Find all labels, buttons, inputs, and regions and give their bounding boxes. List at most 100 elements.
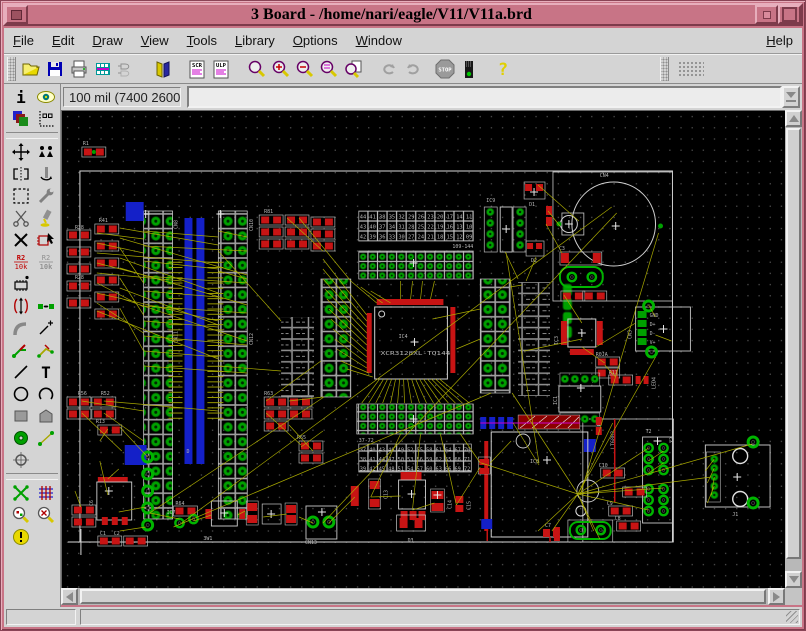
- menu-tools[interactable]: Tools: [178, 30, 226, 51]
- eye-icon: [36, 87, 56, 107]
- pin-grid-mini-right[interactable]: [518, 282, 550, 396]
- tool-copy-button[interactable]: [33, 141, 58, 163]
- maximize-button[interactable]: [778, 5, 801, 24]
- tool-split-button[interactable]: [33, 317, 58, 339]
- tool-delete-button[interactable]: [8, 229, 33, 251]
- menu-library[interactable]: Library: [226, 30, 284, 51]
- tool-auto-button[interactable]: [33, 482, 58, 504]
- arrow-right-icon: [773, 592, 780, 602]
- status-bar: [4, 607, 802, 627]
- svg-text:R2: R2: [41, 254, 49, 262]
- scroll-right-button[interactable]: [768, 588, 785, 605]
- vertical-scrollbar[interactable]: [785, 110, 802, 588]
- horizontal-scroll-thumb[interactable]: [80, 589, 766, 604]
- tool-ripup-button[interactable]: [33, 339, 58, 361]
- tool-value-button[interactable]: R210k: [33, 251, 58, 273]
- menu-view[interactable]: View: [132, 30, 178, 51]
- tool-hole-button[interactable]: [8, 449, 33, 471]
- tool-show-button[interactable]: [33, 86, 58, 108]
- tool-grid-button[interactable]: [33, 108, 58, 130]
- tool-wire-button[interactable]: [8, 361, 33, 383]
- tool-mirror-button[interactable]: [8, 163, 33, 185]
- title-bar[interactable]: 3 Board - /home/nari/eagle/V11/V11a.brd: [3, 3, 803, 26]
- menu-edit[interactable]: Edit: [43, 30, 83, 51]
- menu-draw[interactable]: Draw: [83, 30, 131, 51]
- horizontal-scrollbar[interactable]: [61, 588, 785, 605]
- svg-text:10k: 10k: [14, 263, 27, 271]
- tool-signal-button[interactable]: [33, 427, 58, 449]
- menu-file[interactable]: File: [4, 30, 43, 51]
- toolbar-dock-handle[interactable]: [678, 61, 704, 78]
- svg-text:CN4: CN4: [600, 173, 609, 179]
- scroll-up-button[interactable]: [785, 110, 802, 127]
- resize-grip[interactable]: [786, 611, 798, 623]
- switch-to-schematic-button[interactable]: [115, 57, 139, 81]
- toolbar-separator-grip[interactable]: [660, 57, 669, 81]
- tool-display-button[interactable]: [8, 108, 33, 130]
- pad-column-right[interactable]: [480, 279, 510, 393]
- zoom-fit-button[interactable]: [245, 57, 269, 81]
- tool-arc-button[interactable]: [33, 383, 58, 405]
- tool-rotate-button[interactable]: [33, 163, 58, 185]
- redo-icon: [403, 59, 423, 79]
- tool-polygon-button[interactable]: [33, 405, 58, 427]
- scroll-down-button[interactable]: [785, 571, 802, 588]
- tool-ratsnest-button[interactable]: [8, 482, 33, 504]
- pin-grid-mini-left[interactable]: [281, 317, 314, 397]
- board-canvas[interactable]: R1 R38 R41 R28 R56 R52 R13 R63 R65 R81: [62, 111, 786, 589]
- save-button[interactable]: [43, 57, 67, 81]
- tool-errors-button[interactable]: [33, 504, 58, 526]
- cam-processor-button[interactable]: [91, 57, 115, 81]
- zoom-in-button[interactable]: [269, 57, 293, 81]
- menu-window[interactable]: Window: [347, 30, 411, 51]
- menu-options[interactable]: Options: [284, 30, 347, 51]
- tool-paste-button[interactable]: [33, 207, 58, 229]
- run-ulp-button[interactable]: ULP: [209, 57, 233, 81]
- minimize-button[interactable]: [755, 5, 778, 24]
- scroll-left-button[interactable]: [61, 588, 78, 605]
- run-script-button[interactable]: SCR: [185, 57, 209, 81]
- traffic-light-button[interactable]: [457, 57, 481, 81]
- tool-via-button[interactable]: [8, 427, 33, 449]
- tool-change-button[interactable]: [33, 185, 58, 207]
- tool-optimize-button[interactable]: [33, 295, 58, 317]
- menu-help[interactable]: Help: [757, 30, 802, 51]
- tool-drc-button[interactable]: [8, 504, 33, 526]
- tool-errlog-button[interactable]: [8, 526, 33, 548]
- tool-cut-button[interactable]: [8, 207, 33, 229]
- stop-button[interactable]: STOP: [433, 57, 457, 81]
- board-canvas-area[interactable]: R1 R38 R41 R28 R56 R52 R13 R63 R65 R81: [61, 110, 786, 589]
- route-icon: [11, 340, 31, 360]
- mirror-icon: [11, 164, 31, 184]
- tool-rect-button[interactable]: [8, 405, 33, 427]
- zoom-out-button[interactable]: [293, 57, 317, 81]
- window-menu-button[interactable]: [5, 5, 28, 24]
- tool-route-button[interactable]: [8, 339, 33, 361]
- tool-group-button[interactable]: [8, 185, 33, 207]
- dip-switch-row[interactable]: [480, 415, 580, 429]
- zoom-redraw-button[interactable]: [341, 57, 365, 81]
- tool-pinswap-button[interactable]: [8, 295, 33, 317]
- tool-move-button[interactable]: [8, 141, 33, 163]
- print-button[interactable]: [67, 57, 91, 81]
- vertical-scroll-thumb[interactable]: [786, 128, 801, 559]
- tool-info-button[interactable]: i: [8, 86, 33, 108]
- command-history-button[interactable]: [782, 86, 800, 108]
- tool-smash-button[interactable]: [8, 273, 33, 295]
- library-button[interactable]: [151, 57, 175, 81]
- tool-name-button[interactable]: R210k: [8, 251, 33, 273]
- tool-miter-button[interactable]: [8, 317, 33, 339]
- open-button[interactable]: [19, 57, 43, 81]
- svg-text:37 40 43 46 49 52 55 58 61 64: 37 40 43 46 49 52 55 58 61 64 67 70: [360, 448, 471, 454]
- info-icon: i: [11, 87, 31, 107]
- undo-button[interactable]: [377, 57, 401, 81]
- redo-button[interactable]: [401, 57, 425, 81]
- tool-add-button[interactable]: [33, 229, 58, 251]
- toolbar-grip[interactable]: [7, 57, 16, 81]
- tool-circle-button[interactable]: [8, 383, 33, 405]
- tool-text-button[interactable]: T: [33, 361, 58, 383]
- svg-text:T: T: [41, 363, 51, 382]
- command-input[interactable]: [187, 86, 782, 108]
- zoom-select-button[interactable]: [317, 57, 341, 81]
- help-button[interactable]: ?: [491, 57, 515, 81]
